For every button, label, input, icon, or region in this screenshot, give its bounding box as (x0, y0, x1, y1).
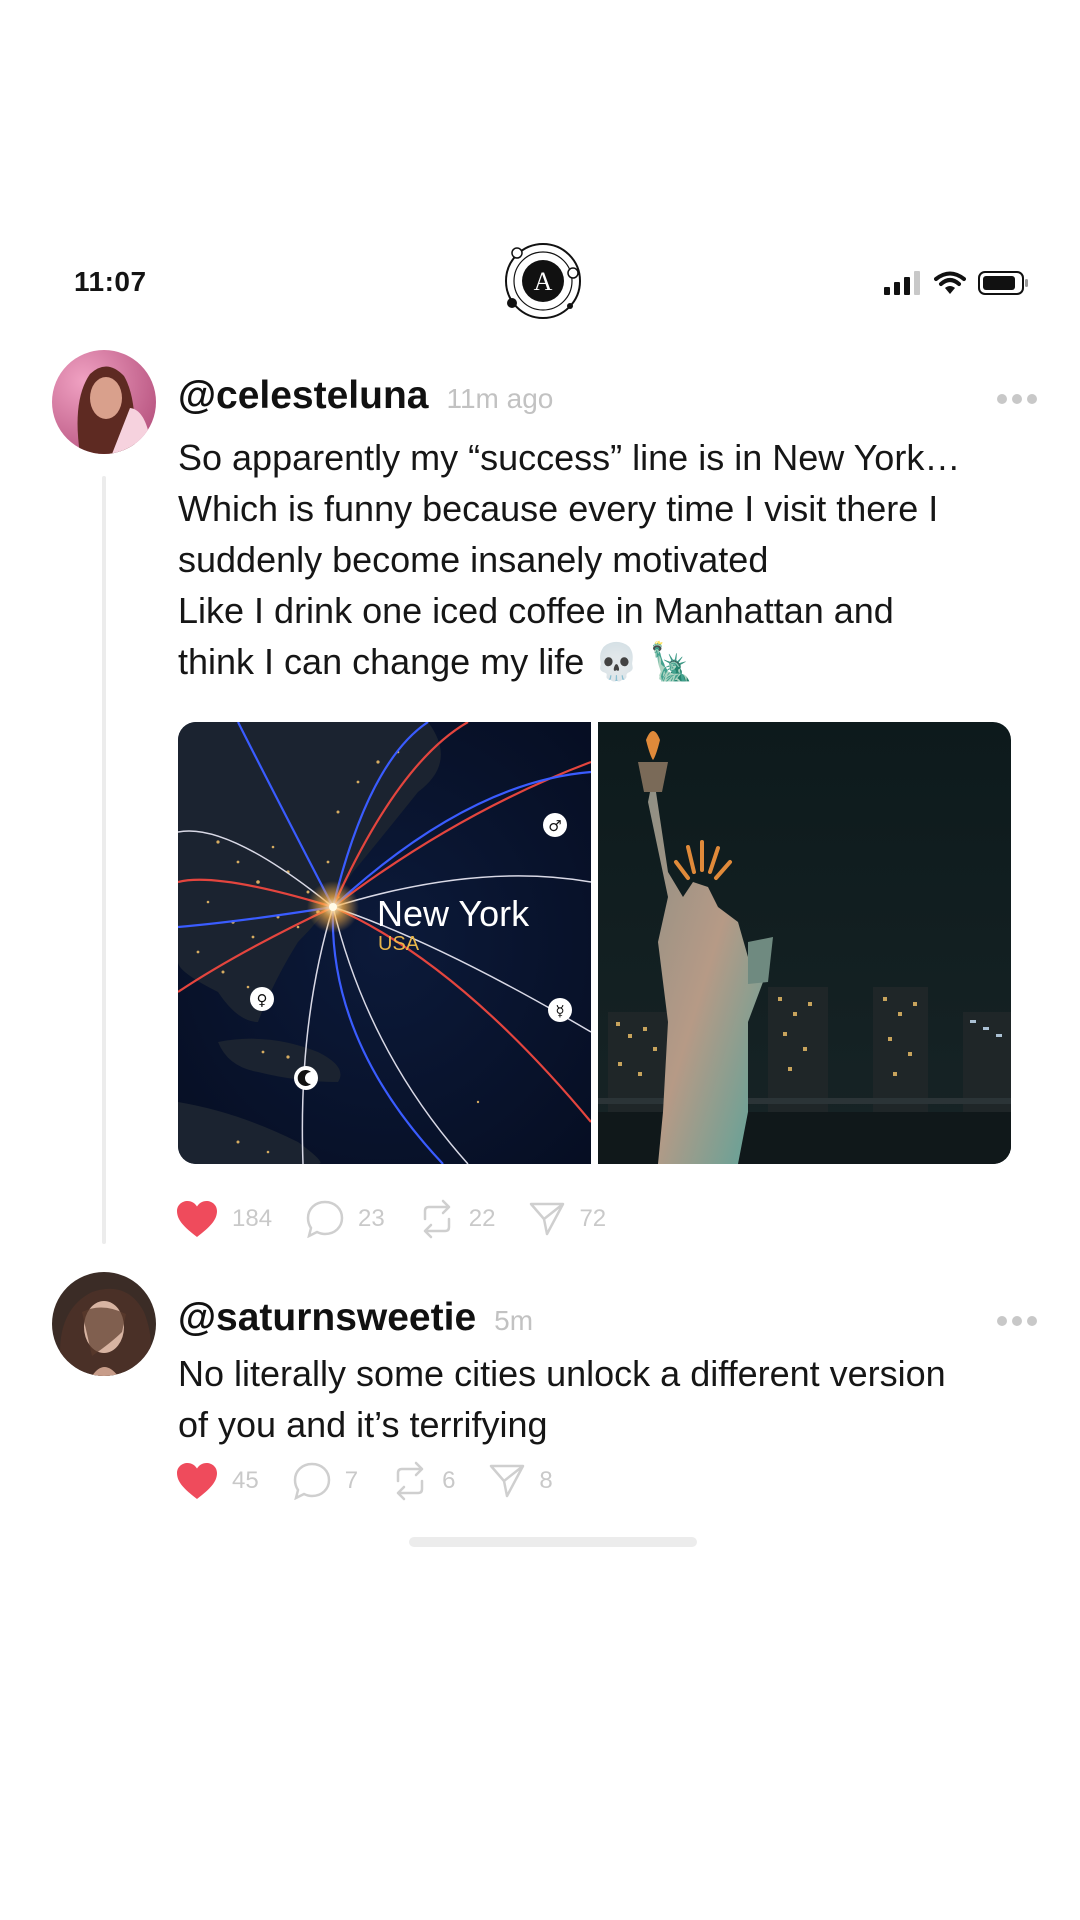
map-city-label: New York (377, 893, 530, 934)
repost-button[interactable]: 22 (419, 1199, 496, 1239)
status-time: 11:07 (74, 266, 147, 297)
svg-text:☿: ☿ (555, 1002, 564, 1020)
avatar-saturnsweetie[interactable] (52, 1272, 156, 1376)
home-indicator[interactable] (409, 1537, 697, 1547)
venus-marker-icon: ♀ (250, 987, 274, 1011)
app-logo-icon[interactable]: A (500, 238, 586, 324)
more-options-icon[interactable] (996, 393, 1038, 405)
share-count: 8 (539, 1467, 553, 1494)
svg-text:♂: ♂ (548, 817, 561, 835)
share-count: 72 (579, 1205, 607, 1232)
repost-icon (423, 1199, 450, 1239)
post-text: No literally some cities unlock a differ… (178, 1348, 1038, 1450)
post-header: @celesteluna 11m ago (178, 374, 553, 418)
heart-icon (177, 1463, 217, 1499)
mars-marker-icon: ♂ (543, 813, 567, 837)
send-icon (530, 1202, 565, 1236)
statue-of-liberty-graphic (598, 722, 1011, 1164)
post-text-line: think I can change my life 💀 🗽 (178, 641, 694, 682)
svg-text:A: A (534, 267, 553, 296)
like-button[interactable]: 184 (176, 1200, 272, 1238)
post-actions: 184 23 22 72 (176, 1199, 640, 1239)
username[interactable]: @saturnsweetie (178, 1296, 476, 1340)
like-count: 184 (232, 1205, 273, 1232)
heart-icon (177, 1201, 217, 1237)
astro-map-image[interactable]: ♂ ♀ ☿ New York USA (178, 722, 591, 1164)
post-text-line: So apparently my “success” line is in Ne… (178, 437, 961, 478)
like-count: 45 (232, 1467, 259, 1494)
comment-icon (293, 1462, 330, 1500)
comment-button[interactable]: 7 (293, 1462, 358, 1500)
comment-icon (306, 1200, 344, 1238)
repost-icon (396, 1461, 424, 1501)
post-text-line: of you and it’s terrifying (178, 1404, 548, 1445)
post-header: @saturnsweetie 5m (178, 1296, 533, 1340)
share-button[interactable]: 8 (489, 1463, 553, 1499)
repost-count: 6 (442, 1467, 456, 1494)
post-media: ♂ ♀ ☿ New York USA (178, 722, 1012, 1164)
time-ago: 11m ago (446, 383, 554, 414)
astro-map-graphic: ♂ ♀ ☿ New York USA (178, 722, 591, 1164)
time-ago: 5m (494, 1305, 534, 1336)
svg-text:♀: ♀ (257, 991, 268, 1009)
thread-line (102, 476, 106, 1244)
repost-button[interactable]: 6 (392, 1461, 455, 1501)
username[interactable]: @celesteluna (178, 374, 428, 418)
repost-count: 22 (468, 1205, 496, 1232)
battery-icon (978, 271, 1028, 295)
more-options-icon[interactable] (996, 1315, 1038, 1327)
share-button[interactable]: 72 (529, 1201, 606, 1237)
post-text-line: suddenly become insanely motivated (178, 539, 769, 580)
send-icon (490, 1464, 525, 1498)
avatar-celesteluna[interactable] (52, 350, 156, 454)
mercury-marker-icon: ☿ (548, 998, 572, 1022)
post-text-line: No literally some cities unlock a differ… (178, 1353, 946, 1394)
post-text-line: Like I drink one iced coffee in Manhatta… (178, 590, 894, 631)
cellular-signal-icon (884, 271, 920, 295)
comment-count: 7 (344, 1467, 359, 1494)
comment-count: 23 (358, 1205, 385, 1232)
like-button[interactable]: 45 (176, 1462, 259, 1500)
map-country-label: USA (378, 933, 420, 955)
post-actions: 45 7 6 8 (176, 1461, 587, 1501)
moon-marker-icon (294, 1066, 318, 1090)
post-text-line: Which is funny because every time I visi… (178, 488, 939, 529)
post-text: So apparently my “success” line is in Ne… (178, 432, 1038, 687)
wifi-icon (934, 271, 966, 294)
statue-of-liberty-image[interactable] (598, 722, 1011, 1164)
status-icons (884, 270, 1030, 296)
comment-button[interactable]: 23 (306, 1200, 385, 1238)
